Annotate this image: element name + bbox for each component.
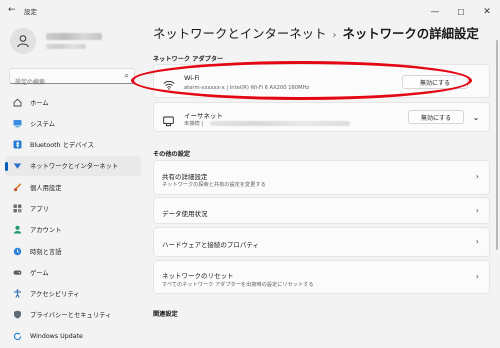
back-arrow-icon[interactable]: ← xyxy=(8,5,16,15)
other-settings-heading: その他の設定 xyxy=(153,151,191,158)
clock-globe-icon xyxy=(13,247,22,256)
minimize-button[interactable]: — xyxy=(422,0,448,24)
related-settings-heading: 関連設定 xyxy=(153,311,178,318)
user-name-redacted xyxy=(46,33,102,49)
sidebar-item-label: ゲーム xyxy=(30,269,49,277)
wifi-disable-button[interactable]: 無効にする xyxy=(402,75,468,89)
wifi-adapter-card[interactable]: Wi-Fi aterm-xxxxxx-x | Intel(R) Wi-Fi 6 … xyxy=(153,64,490,98)
sidebar-item-accessibility[interactable]: アクセシビリティ xyxy=(5,284,141,304)
data-usage-row[interactable]: データ使用状況 › xyxy=(153,197,490,224)
ethernet-adapter-card[interactable]: イーサネット 未接続 | 無効にする ⌄ xyxy=(153,102,490,132)
sidebar-item-label: アクセシビリティ xyxy=(30,291,80,299)
sidebar-item-gaming[interactable]: ゲーム xyxy=(5,262,141,282)
sidebar-item-label: アカウント xyxy=(30,227,62,235)
chevron-right-icon: › xyxy=(475,206,479,215)
account-icon xyxy=(13,225,22,234)
sidebar-item-system[interactable]: システム xyxy=(5,113,141,133)
chevron-right-icon: › xyxy=(475,237,479,246)
sidebar-item-privacy[interactable]: プライバシーとセキュリティ xyxy=(5,305,141,325)
wifi-adapter-description: aterm-xxxxxx-x | Intel(R) Wi-Fi 6 AX200 … xyxy=(184,85,310,91)
sidebar-item-personalization[interactable]: 個人用設定 xyxy=(5,177,141,197)
hardware-properties-title: ハードウェアと接続のプロパティ xyxy=(162,241,259,249)
update-icon xyxy=(13,332,22,341)
breadcrumb-parent[interactable]: ネットワークとインターネット xyxy=(153,26,326,41)
sidebar-item-label: システム xyxy=(30,120,55,128)
advanced-sharing-title: 共有の詳細設定 xyxy=(162,173,208,181)
ethernet-adapter-description: 未接続 | xyxy=(184,121,203,127)
settings-search[interactable]: ⌕ xyxy=(9,68,135,90)
sidebar-item-label: アプリ xyxy=(30,205,49,213)
network-reset-title: ネットワークのリセット xyxy=(162,272,234,280)
advanced-sharing-row[interactable]: 共有の詳細設定 ネットワークの探索と共有の設定を変更する › xyxy=(153,160,490,195)
avatar xyxy=(10,28,36,54)
shield-icon xyxy=(13,310,22,319)
page-title: ネットワークの詳細設定 xyxy=(342,26,479,41)
sidebar-item-label: ホーム xyxy=(30,99,49,107)
sidebar-item-apps[interactable]: アプリ xyxy=(5,198,141,218)
app-title: 設定 xyxy=(24,8,37,16)
wifi-adapter-name: Wi-Fi xyxy=(184,74,200,82)
chevron-down-icon[interactable]: ⌄ xyxy=(469,110,483,124)
ethernet-details-redacted xyxy=(210,121,350,126)
network-reset-subtitle: すべてのネットワーク アダプターを出荷時の設定にリセットする xyxy=(162,282,314,288)
sidebar-item-label: 個人用設定 xyxy=(30,184,62,192)
sidebar-item-network[interactable]: ネットワークとインターネット xyxy=(5,155,141,176)
person-icon xyxy=(17,35,29,48)
hardware-properties-row[interactable]: ハードウェアと接続のプロパティ › xyxy=(153,227,490,257)
apps-icon xyxy=(13,204,22,213)
sidebar-nav: ホーム システム Bluetooth とデバイス ネットワークとインターネット … xyxy=(5,92,141,348)
title-bar: ← 設定 — ☐ ✕ xyxy=(0,0,500,24)
sidebar-item-time-language[interactable]: 時刻と言語 xyxy=(5,241,141,261)
scrollbar[interactable] xyxy=(496,40,498,250)
ethernet-disable-button[interactable]: 無効にする xyxy=(408,110,464,124)
window-controls: — ☐ ✕ xyxy=(422,0,500,24)
close-button[interactable]: ✕ xyxy=(474,0,500,24)
network-reset-row[interactable]: ネットワークのリセット すべてのネットワーク アダプターを出荷時の設定にリセット… xyxy=(153,260,490,294)
search-input[interactable] xyxy=(10,75,123,90)
sidebar-item-accounts[interactable]: アカウント xyxy=(5,220,141,240)
sidebar-item-label: Bluetooth とデバイス xyxy=(30,142,94,150)
accessibility-icon xyxy=(13,289,22,298)
sidebar-item-label: プライバシーとセキュリティ xyxy=(30,312,112,320)
sidebar-item-windows-update[interactable]: Windows Update xyxy=(5,326,141,346)
search-icon: ⌕ xyxy=(124,71,129,80)
maximize-button[interactable]: ☐ xyxy=(448,0,474,24)
chevron-right-icon: › xyxy=(475,172,479,181)
breadcrumb: ネットワークとインターネット › ネットワークの詳細設定 xyxy=(153,24,479,42)
chevron-right-icon: › xyxy=(332,30,337,41)
sidebar-item-label: ネットワークとインターネット xyxy=(30,163,119,171)
brush-icon xyxy=(13,182,22,192)
sidebar-item-home[interactable]: ホーム xyxy=(5,92,141,112)
chevron-right-icon: › xyxy=(475,272,479,281)
data-usage-title: データ使用状況 xyxy=(162,210,208,218)
ethernet-icon xyxy=(163,112,174,131)
sidebar-item-label: 時刻と言語 xyxy=(30,248,62,256)
home-icon xyxy=(13,98,22,107)
sidebar-item-label: Windows Update xyxy=(30,332,83,340)
user-profile[interactable] xyxy=(10,28,102,54)
advanced-sharing-subtitle: ネットワークの探索と共有の設定を変更する xyxy=(162,182,266,188)
sidebar-item-bluetooth[interactable]: Bluetooth とデバイス xyxy=(5,135,141,155)
gamepad-icon xyxy=(13,268,22,277)
ethernet-adapter-name: イーサネット xyxy=(184,112,223,120)
system-icon xyxy=(13,119,22,128)
network-icon xyxy=(13,161,22,170)
wifi-icon xyxy=(163,75,175,94)
bluetooth-icon xyxy=(13,140,22,149)
adapters-heading: ネットワーク アダプター xyxy=(153,56,224,63)
